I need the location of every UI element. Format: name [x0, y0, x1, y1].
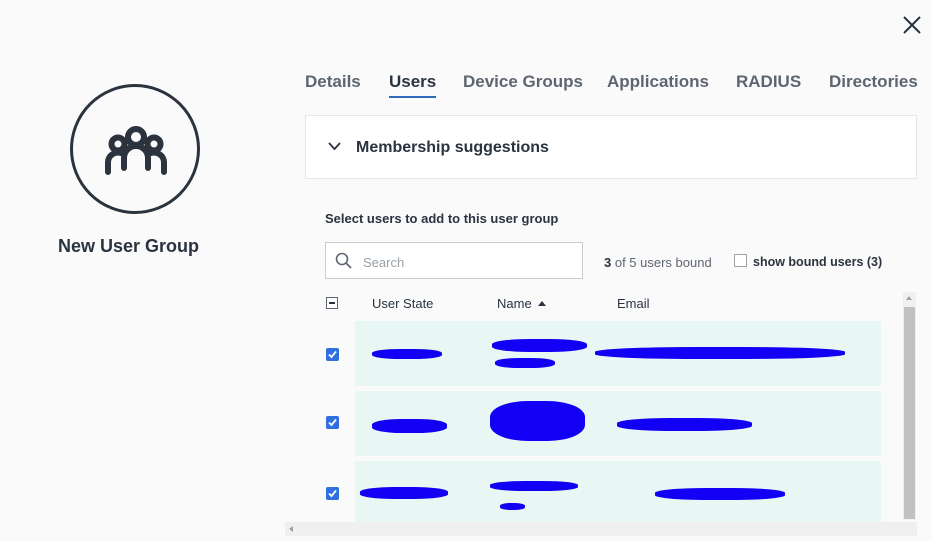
search-icon — [335, 252, 352, 269]
membership-suggestions-title: Membership suggestions — [356, 139, 549, 156]
row-checkbox[interactable] — [326, 416, 339, 429]
redaction-mark — [617, 418, 752, 431]
table-header: User State Name Email — [0, 290, 900, 318]
tab-directories[interactable]: Directories — [829, 72, 918, 92]
row-checkbox[interactable] — [326, 348, 339, 361]
scroll-left-arrow-icon[interactable] — [289, 526, 293, 532]
group-avatar — [70, 84, 200, 214]
chevron-down-icon — [328, 142, 341, 151]
search-input[interactable] — [361, 251, 575, 273]
check-icon — [328, 350, 337, 359]
close-button[interactable] — [903, 16, 932, 46]
select-users-label: Select users to add to this user group — [325, 211, 559, 226]
table-row[interactable] — [355, 321, 881, 386]
check-icon — [328, 418, 337, 427]
search-box — [325, 242, 583, 279]
redaction-mark — [490, 481, 578, 491]
show-bound-users-label: show bound users (3) — [753, 255, 883, 269]
tab-users[interactable]: Users — [389, 72, 437, 98]
redaction-mark — [500, 503, 525, 510]
check-icon — [328, 489, 337, 498]
group-name: New User Group — [58, 236, 200, 256]
bound-users-count: 3 of 5 users bound — [604, 255, 712, 270]
scroll-up-arrow-icon[interactable] — [906, 296, 912, 300]
show-bound-users-checkbox[interactable] — [734, 254, 747, 267]
sort-ascending-icon — [537, 301, 546, 306]
column-header-user-state[interactable]: User State — [372, 296, 433, 311]
users-group-icon — [105, 126, 167, 175]
column-header-email[interactable]: Email — [617, 296, 650, 311]
redaction-mark — [372, 349, 442, 359]
close-icon — [903, 16, 921, 34]
redaction-mark — [595, 347, 845, 359]
table-row[interactable] — [355, 391, 881, 456]
column-header-name-label: Name — [497, 296, 532, 311]
show-bound-users-toggle[interactable]: show bound users (3) — [734, 253, 882, 271]
redaction-mark — [372, 419, 447, 433]
table-row[interactable] — [355, 461, 881, 526]
redaction-mark — [492, 339, 587, 352]
redaction-mark — [490, 401, 585, 441]
tab-device-groups[interactable]: Device Groups — [463, 72, 583, 92]
tab-applications[interactable]: Applications — [607, 72, 709, 92]
vertical-scrollbar-thumb[interactable] — [904, 307, 915, 519]
membership-suggestions-panel[interactable]: Membership suggestions — [305, 115, 917, 179]
tab-details[interactable]: Details — [305, 72, 361, 92]
horizontal-scrollbar[interactable] — [285, 522, 917, 536]
row-checkbox[interactable] — [326, 487, 339, 500]
bound-count-text: of 5 users bound — [611, 255, 712, 270]
tab-radius[interactable]: RADIUS — [736, 72, 801, 92]
redaction-mark — [495, 358, 555, 368]
redaction-mark — [360, 487, 448, 499]
column-header-name[interactable]: Name — [497, 296, 546, 311]
redaction-mark — [655, 488, 785, 500]
